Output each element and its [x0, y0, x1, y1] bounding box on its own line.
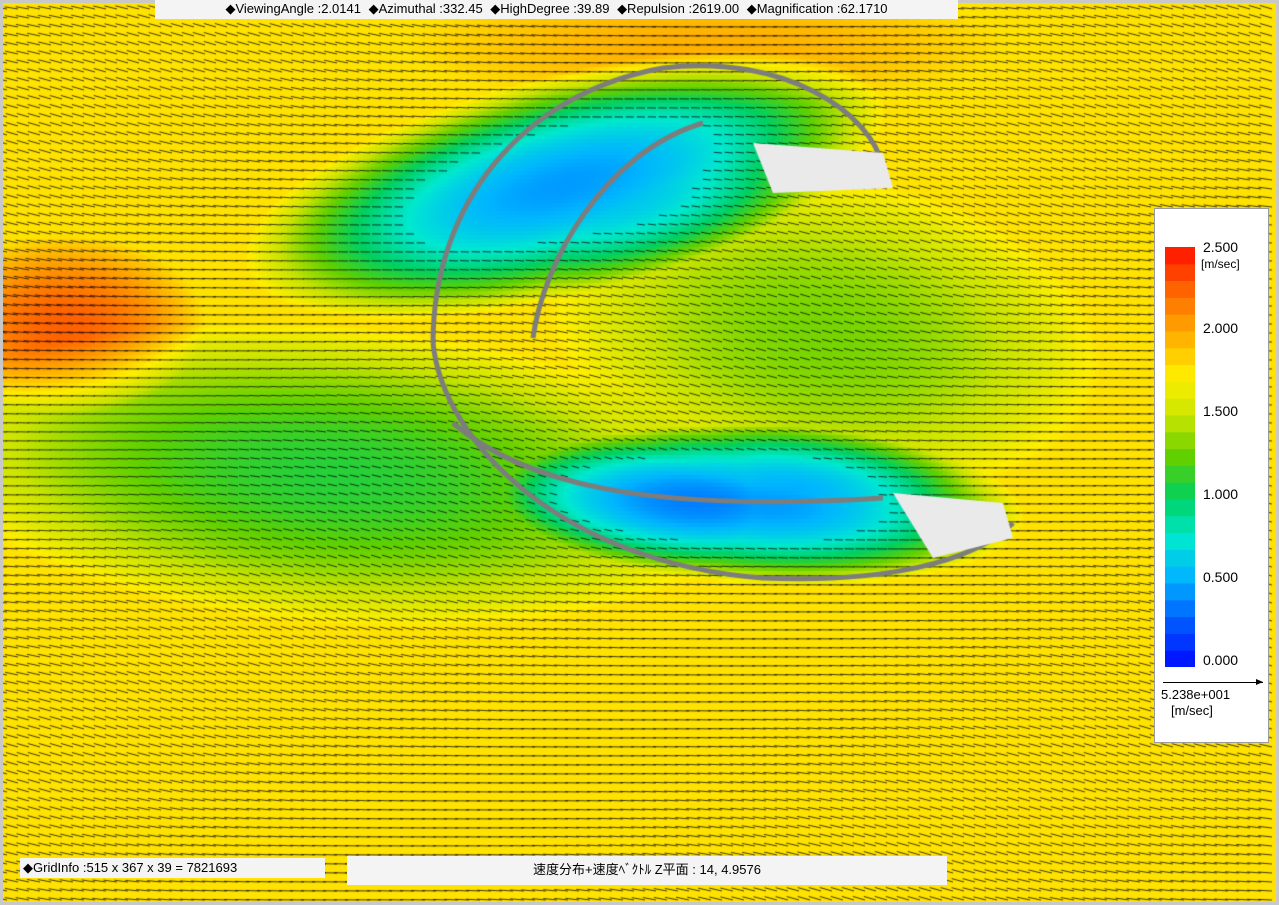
vector-reference-arrowhead-icon	[1256, 679, 1263, 685]
magnification-readout: ◆Magnification :62.1710	[746, 1, 888, 16]
legend-color-block	[1165, 364, 1195, 382]
grid-info-bar: ◆GridInfo :515 x 367 x 39 = 7821693	[20, 858, 325, 878]
legend-color-block	[1165, 549, 1195, 567]
view-parameters-bar: ◆ViewingAngle :2.0141 ◆Azimuthal :332.45…	[155, 0, 958, 19]
velocity-color-legend: 2.500 [m/sec] 2.000 1.500 1.000 0.500 0.…	[1154, 208, 1269, 743]
legend-unit-label: [m/sec]	[1201, 257, 1240, 271]
legend-color-block	[1165, 247, 1195, 265]
legend-color-block	[1165, 482, 1195, 500]
vector-reference-value: 5.238e+001	[1161, 687, 1231, 702]
repulsion-readout: ◆Repulsion :2619.00	[617, 1, 740, 16]
legend-color-block	[1165, 381, 1195, 399]
high-degree-readout: ◆HighDegree :39.89	[490, 1, 610, 16]
legend-color-block	[1165, 650, 1195, 667]
legend-color-block	[1165, 566, 1195, 584]
legend-tick-label: 0.000	[1203, 652, 1239, 668]
legend-max-label: 2.500	[1203, 239, 1239, 255]
legend-color-block	[1165, 398, 1195, 416]
legend-color-block	[1165, 347, 1195, 366]
legend-color-block	[1165, 314, 1195, 332]
legend-color-block	[1165, 599, 1195, 618]
legend-color-block	[1165, 431, 1195, 450]
legend-color-block	[1165, 616, 1195, 634]
legend-color-block	[1165, 448, 1195, 466]
legend-color-scale	[1165, 247, 1195, 667]
legend-color-block	[1165, 633, 1195, 651]
legend-tick-label: 1.500	[1203, 403, 1239, 419]
azimuthal-readout: ◆Azimuthal :332.45	[368, 1, 483, 16]
legend-color-block	[1165, 331, 1195, 349]
legend-tick-label: 1.000	[1203, 486, 1239, 502]
legend-tick-label: 0.500	[1203, 569, 1239, 585]
velocity-field-canvas[interactable]	[3, 3, 1276, 902]
legend-color-block	[1165, 415, 1195, 433]
legend-color-block	[1165, 280, 1195, 298]
legend-tick-label: 2.000	[1203, 320, 1239, 336]
legend-color-block	[1165, 465, 1195, 483]
legend-color-block	[1165, 263, 1195, 282]
simulation-viewport[interactable]	[3, 3, 1276, 902]
legend-color-block	[1165, 515, 1195, 534]
viewing-angle-readout: ◆ViewingAngle :2.0141	[225, 1, 361, 16]
vector-reference-arrow	[1163, 682, 1263, 683]
legend-color-block	[1165, 583, 1195, 601]
legend-color-block	[1165, 297, 1195, 315]
legend-color-block	[1165, 499, 1195, 517]
vector-reference-unit: [m/sec]	[1171, 703, 1213, 718]
legend-color-block	[1165, 532, 1195, 550]
plane-info-bar: 速度分布+速度ﾍﾞｸﾄﾙ Z平面 : 14, 4.9576	[347, 856, 947, 885]
